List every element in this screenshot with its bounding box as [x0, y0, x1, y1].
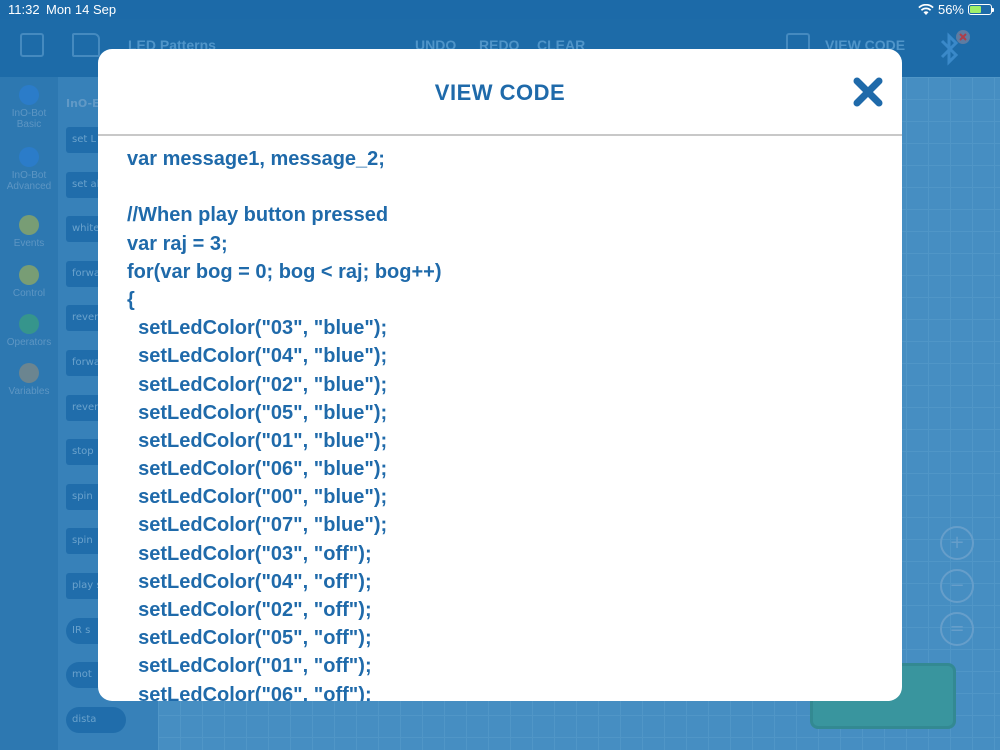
- code-line: setLedColor("03", "off");: [127, 542, 372, 565]
- view-code-modal: VIEW CODE var message1, message_2; //When…: [98, 49, 902, 701]
- code-line: {: [127, 288, 135, 311]
- code-line: for(var bog = 0; bog < raj; bog++): [127, 260, 442, 283]
- code-line: setLedColor("01", "blue");: [127, 429, 388, 452]
- code-line: setLedColor("06", "off");: [127, 683, 372, 701]
- code-line: setLedColor("04", "off");: [127, 570, 372, 593]
- code-line: setLedColor("02", "blue");: [127, 373, 388, 396]
- code-line: setLedColor("06", "blue");: [127, 458, 388, 481]
- code-line: setLedColor("03", "blue");: [127, 317, 388, 340]
- modal-header: VIEW CODE: [98, 49, 902, 136]
- code-view: var message1, message_2; //When play butt…: [127, 145, 887, 701]
- battery-percent: 56%: [937, 2, 964, 17]
- code-line: var message1, message_2;: [127, 148, 385, 170]
- wifi-icon: [918, 3, 934, 15]
- code-line: setLedColor("04", "blue");: [127, 345, 388, 368]
- code-line: setLedColor("05", "blue");: [127, 401, 388, 424]
- status-right: 56%: [918, 2, 994, 17]
- battery-icon: [968, 4, 994, 15]
- close-icon[interactable]: [852, 76, 884, 108]
- code-line: setLedColor("01", "off");: [127, 655, 372, 678]
- code-line: setLedColor("07", "blue");: [127, 514, 388, 537]
- status-date: Mon 14 Sep: [46, 2, 117, 17]
- code-line: setLedColor("02", "off");: [127, 599, 372, 621]
- code-line: var raj = 3;: [127, 232, 228, 255]
- code-line: setLedColor("00", "blue");: [127, 486, 388, 509]
- code-line: //When play button pressed: [127, 204, 389, 227]
- status-bar: 11:32 Mon 14 Sep 56%: [0, 0, 1000, 19]
- status-time: 11:32: [8, 2, 40, 17]
- battery-fill: [970, 6, 982, 13]
- modal-title: VIEW CODE: [434, 80, 566, 105]
- code-line: setLedColor("05", "off");: [127, 627, 372, 650]
